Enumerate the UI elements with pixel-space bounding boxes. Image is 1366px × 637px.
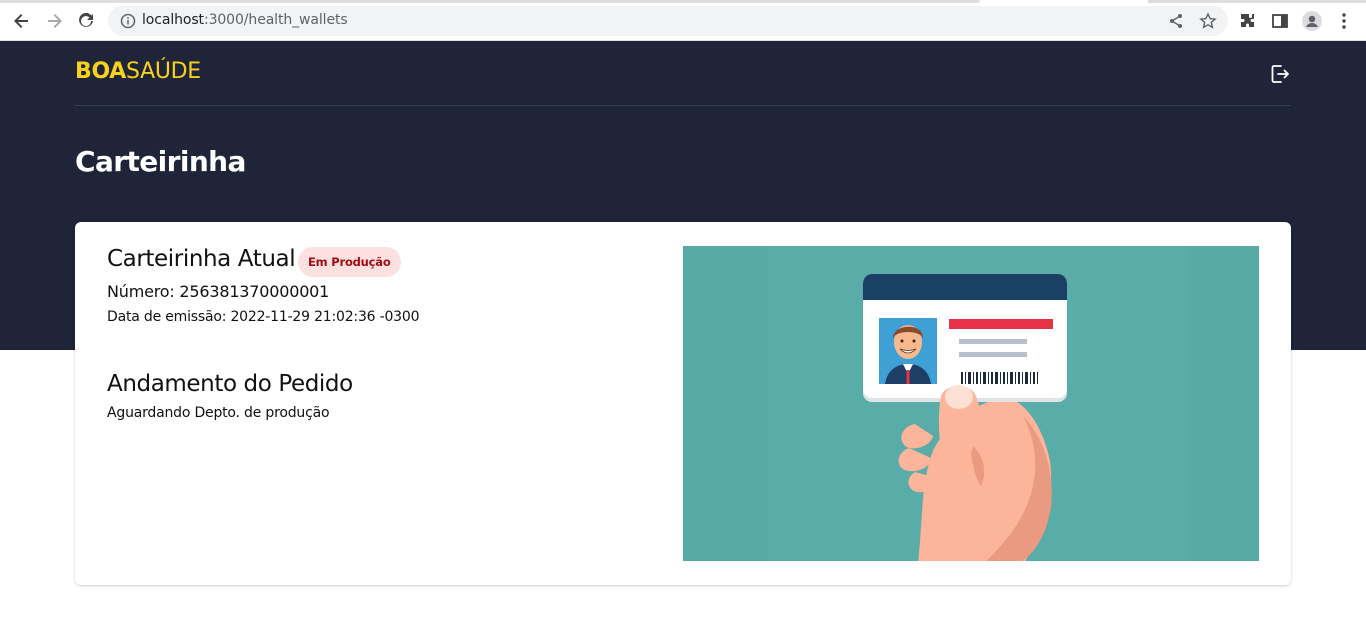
page-title: Carteirinha	[75, 145, 246, 178]
health-card-panel: Carteirinha Atual Em Produção Número: 25…	[75, 222, 1291, 585]
extensions-icon[interactable]	[1238, 11, 1258, 31]
order-progress-title: Andamento do Pedido	[107, 371, 353, 397]
site-info-icon[interactable]	[120, 13, 136, 29]
side-panel-icon[interactable]	[1270, 11, 1290, 31]
logo-strong: BOA	[75, 59, 127, 84]
profile-avatar-icon[interactable]	[1302, 11, 1322, 31]
logout-icon[interactable]	[1268, 62, 1292, 86]
status-badge: Em Produção	[298, 247, 401, 277]
tab-strip	[0, 0, 980, 3]
tab-strip-right	[1148, 0, 1366, 3]
browser-menu-icon[interactable]	[1334, 11, 1354, 31]
id-card-illustration	[683, 246, 1259, 561]
issue-date: Data de emissão: 2022-11-29 21:02:36 -03…	[107, 309, 420, 325]
reload-icon[interactable]	[74, 9, 98, 33]
forward-icon[interactable]	[42, 9, 66, 33]
current-card-title: Carteirinha Atual	[107, 246, 296, 272]
url-path: :3000/health_wallets	[203, 12, 348, 28]
url-host: localhost	[142, 12, 204, 28]
url-text: localhost:3000/health_wallets	[142, 12, 348, 28]
back-icon[interactable]	[10, 9, 34, 33]
share-icon[interactable]	[1167, 12, 1185, 30]
order-status: Aguardando Depto. de produção	[107, 405, 330, 421]
logo-light: SAÚDE	[126, 59, 201, 84]
address-bar[interactable]: localhost:3000/health_wallets	[108, 6, 1228, 36]
bookmark-star-icon[interactable]	[1199, 12, 1217, 30]
browser-toolbar: localhost:3000/health_wallets	[0, 0, 1366, 41]
header-divider	[75, 105, 1291, 106]
card-number: Número: 256381370000001	[107, 282, 330, 301]
brand-logo[interactable]: BOASAÚDE	[75, 59, 201, 84]
